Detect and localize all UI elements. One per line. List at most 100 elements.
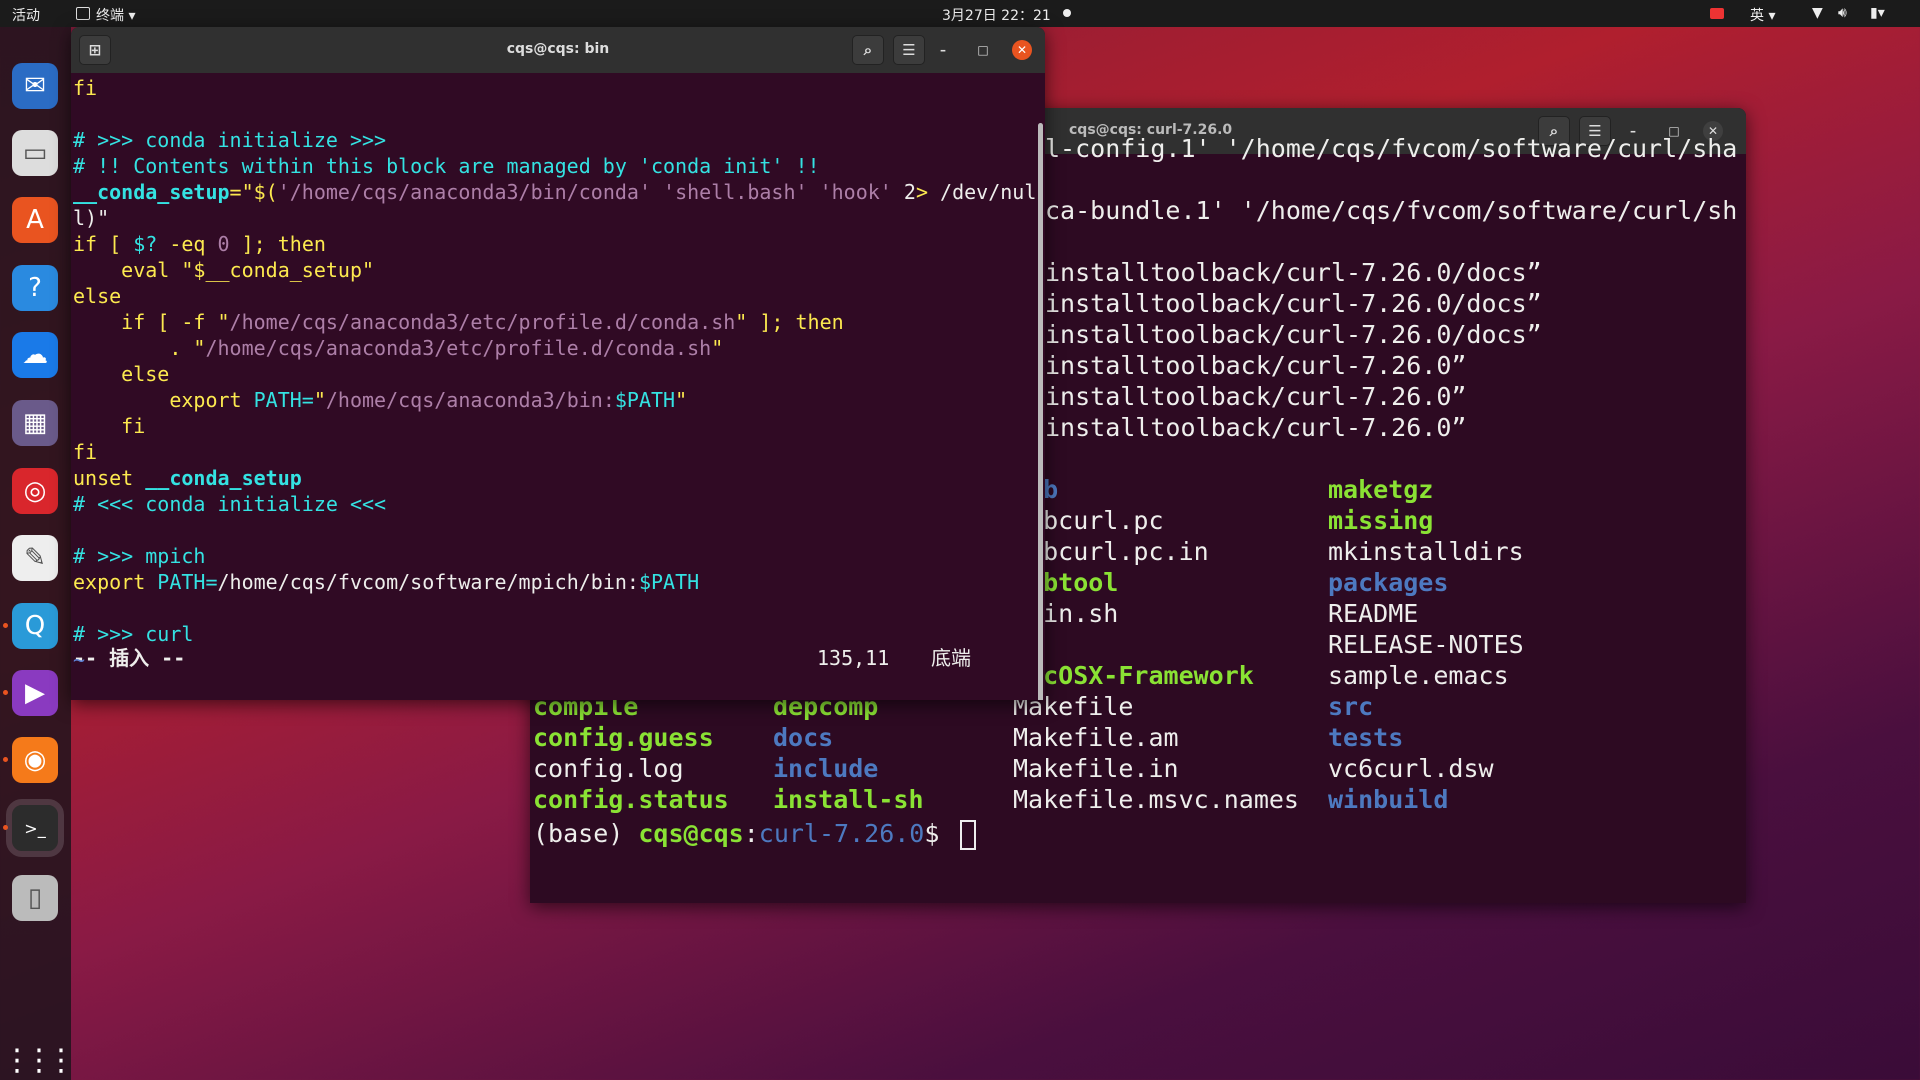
prompt-separator: : [743,819,759,848]
clock[interactable]: 3月27日 22：21 [942,5,1051,25]
shell-prompt[interactable]: (base) cqs@cqs:curl-7.26.0$ [533,818,977,850]
scrollbar[interactable] [1038,123,1043,700]
vim-line: unset __conda_setup [73,465,302,491]
vim-line: ~ [73,647,85,673]
software-center-icon[interactable]: A [12,197,58,243]
vim-line: else [73,283,121,309]
code-token: fi [73,76,98,100]
code-token: " ]; then [735,310,844,334]
video-icon[interactable]: ▦ [12,400,58,446]
vim-line: export PATH=/home/cqs/fvcom/software/mpi… [73,569,699,595]
code-token: /dev/nul [927,180,1037,204]
code-token: /home/cqs/anaconda3/bin: [325,388,615,412]
search-icon[interactable]: ⌕ [852,35,884,65]
vim-line: __conda_setup="$('/home/cqs/anaconda3/bi… [73,179,1036,205]
code-token: PATH= [253,388,314,412]
code-token: # !! Contents within this block are mana… [73,154,820,178]
cloud-icon[interactable]: ☁ [12,332,58,378]
running-indicator [3,623,8,628]
code-token: if [ -f " [73,310,230,334]
code-token: $? [133,232,158,256]
code-token: # >>> curl [73,622,194,646]
code-token: l)" [73,206,110,230]
file-entry: missing [1328,506,1434,535]
wifi-icon[interactable]: ▼ [1812,5,1823,21]
file-entry: winbuild [1328,785,1449,814]
vim-line: # >>> curl [73,621,193,647]
output-line: installtoolback/curl-7.26.0/docs” [1045,258,1542,287]
code-token: 'shell.bash' [663,180,808,204]
code-token: else [73,362,170,386]
show-apps-icon[interactable]: ⋮⋮⋮ [2,1037,76,1080]
output-line: installtoolback/curl-7.26.0/docs” [1045,320,1542,349]
code-token: $PATH [614,388,676,412]
file-entry: Makefile.am [1013,723,1179,752]
code-token: -eq [157,232,218,256]
vim-line: fi [73,75,97,101]
code-token: else [73,284,122,308]
battery-icon[interactable]: ▮▾ [1870,5,1885,21]
firefox-icon[interactable]: ◉ [12,737,58,783]
code-token: " [675,388,688,412]
screen-record-icon[interactable] [1710,8,1724,19]
media-player-icon[interactable]: ▶ [12,670,58,716]
help-icon[interactable]: ? [12,265,58,311]
file-entry: config.status [533,785,729,814]
text-cursor [960,820,977,850]
code-token: __conda_setup [73,180,230,204]
code-token: /home/cqs/fvcom/software/mpich/bin: [217,570,639,594]
terminal-icon[interactable]: >_ [6,799,64,857]
file-entry: src [1328,692,1374,721]
prompt-user-host: cqs@cqs [638,819,744,848]
code-token: # >>> mpich [73,544,206,568]
dock: ✉ ▭ A? ☁ ▦ ◎ ✎ Q ▶ ◉ >_ ▯ ⋮⋮⋮ [0,27,76,1080]
maximize-icon[interactable]: □ [973,40,993,60]
activities-button[interactable]: 活动 [12,5,40,25]
output-line: ca-bundle.1' '/home/cqs/fvcom/software/c… [1045,196,1738,225]
code-token: if [ [73,232,134,256]
output-line: l-config.1' '/home/cqs/fvcom/software/cu… [1045,134,1738,163]
output-line: installtoolback/curl-7.26.0” [1045,382,1467,411]
output-line: installtoolback/curl-7.26.0” [1045,413,1467,442]
file-entry: config.log [533,754,684,783]
code-token: export [73,388,254,412]
vim-line: export PATH= " /home/cqs/anaconda3/bin:$PA… [73,387,687,413]
vim-line: # >>> conda initialize >>> [73,127,386,153]
vim-line: # >>> mpich [73,543,205,569]
text-editor-icon[interactable]: ✎ [12,535,58,581]
file-entry: tests [1328,723,1404,752]
qq-icon[interactable]: Q [12,603,58,649]
minimize-icon[interactable]: – [933,40,953,60]
running-indicator [3,690,8,695]
code-token: # <<< conda initialize <<< [73,492,387,516]
prompt-symbol: $ [924,819,955,848]
file-entry: include [773,754,879,783]
vim-terminal-window[interactable]: ⊞ cqs@cqs: bin ⌕ ☰ – □ ✕ -- 插入 -- 135,11… [71,27,1045,700]
volume-icon[interactable]: 🔊︎ [1838,5,1847,21]
vim-line: # !! Contents within this block are mana… [73,153,820,179]
vim-editor[interactable]: -- 插入 -- 135,11 底端 fi # >>> conda initial… [71,73,1045,700]
file-entry: README [1328,599,1419,628]
file-entry: packages [1328,568,1449,597]
app-menu[interactable]: 终端 ▾ [96,5,135,25]
top-bar: 活动 终端 ▾ 3月27日 22：21 英 ▾ ▼ 🔊︎ ▮▾ [0,0,1920,27]
thunderbird-icon[interactable]: ✉ [12,63,58,109]
vim-line: if [ $? -eq 0 ]; then [73,231,326,257]
netease-music-icon[interactable]: ◎ [12,468,58,514]
menu-icon[interactable]: ☰ [893,35,925,65]
input-method-menu[interactable]: 英 ▾ [1750,5,1775,25]
vim-mode-indicator: -- 插入 -- [73,646,186,670]
vim-line: eval "$__conda_setup" [73,257,374,283]
files-icon[interactable]: ▭ [12,130,58,176]
file-entry: sample.emacs [1328,661,1509,690]
file-entry: vc6curl.dsw [1328,754,1494,783]
prompt-cwd: curl-7.26.0 [758,819,925,848]
usb-drive-icon[interactable]: ▯ [12,875,58,921]
close-icon[interactable]: ✕ [1012,40,1032,60]
title-bar[interactable]: ⊞ cqs@cqs: bin ⌕ ☰ – □ ✕ [71,27,1045,73]
vim-line: if [ -f "/home/cqs/anaconda3/etc/profile… [73,309,844,335]
conda-env: (base) [533,819,639,848]
vim-line: fi [73,413,145,439]
running-indicator [3,825,8,830]
